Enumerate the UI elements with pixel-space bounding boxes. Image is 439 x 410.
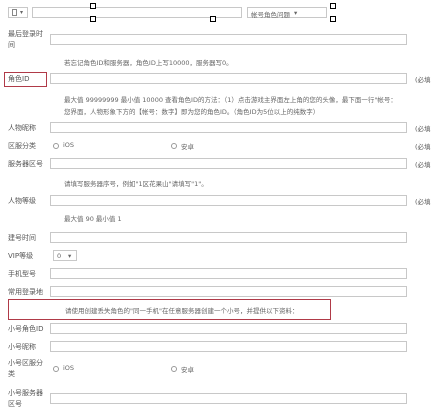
resize-handle-mid-right[interactable] [330, 16, 336, 22]
doc-icon-dropdown[interactable]: ▾ [8, 7, 28, 18]
resize-handle-mid-center[interactable] [210, 16, 216, 22]
alt-nickname-label: 小号昵称 [8, 343, 36, 351]
resize-handle-mid-left[interactable] [90, 16, 96, 22]
alt-zone-option-ios-label: iOS [63, 364, 75, 372]
alt-zone-radio-ios[interactable] [53, 366, 59, 372]
role-id-hint-line2: 您界面，人物形象下方的【帐号：数字】即为您的角色ID。（角色ID为5位以上的纯数… [64, 108, 320, 116]
vip-select-value: 0 [57, 252, 62, 260]
server-label: 服务器区号 [8, 160, 43, 168]
resize-handle-top-right[interactable] [330, 3, 336, 9]
role-id-input[interactable] [50, 73, 407, 84]
level-label: 人物等级 [8, 197, 36, 205]
alt-role-id-label: 小号角色ID [8, 325, 44, 333]
alt-zone-label-line2: 类 [8, 370, 15, 378]
vip-label: VIP等级 [8, 252, 34, 260]
nickname-input[interactable] [50, 122, 407, 133]
notice-box: 请使用创建丢失角色的"同一手机"在任意服务器创建一个小号，并提供以下资料： [8, 299, 331, 320]
alt-zone-option-android-label: 安卓 [181, 366, 194, 374]
zone-required: (必填 [415, 143, 431, 151]
notice-text: 请使用创建丢失角色的"同一手机"在任意服务器创建一个小号，并提供以下资料： [65, 307, 299, 315]
level-hint: 最大值 90 最小值 1 [64, 215, 122, 223]
nickname-label: 人物昵称 [8, 124, 36, 132]
phone-input[interactable] [50, 268, 407, 279]
phone-label: 手机型号 [8, 270, 36, 278]
server-required: (必填 [415, 161, 431, 169]
chevron-down-icon: ▾ [20, 9, 24, 16]
role-id-required: (必填 [415, 76, 431, 84]
server-hint: 请填写服务器序号，例如"1区花果山"请填写"1"。 [64, 180, 208, 188]
level-input[interactable] [50, 195, 407, 206]
server-input[interactable] [50, 158, 407, 169]
alt-zone-label-line1: 小号区服分 [8, 359, 43, 367]
alt-server-label-line2: 区号 [8, 400, 22, 408]
create-time-label: 建号时间 [8, 234, 36, 242]
common-login-label: 常用登录地 [8, 288, 43, 296]
zone-radio-android[interactable] [171, 143, 177, 149]
create-time-input[interactable] [50, 232, 407, 243]
chevron-down-icon: ▾ [294, 9, 298, 17]
role-problem-dropdown-label: 帐号角色问题 [251, 11, 290, 19]
alt-server-label-line1: 小号服务器 [8, 389, 43, 397]
vip-select[interactable]: 0 ▾ [53, 250, 77, 261]
role-problem-dropdown[interactable]: 帐号角色问题 ▾ [247, 7, 327, 19]
last-login-input[interactable] [50, 34, 407, 45]
role-id-label: 角色ID [8, 75, 30, 83]
forgot-hint: 若忘记角色ID和服务器，角色ID上写10000，服务器写0。 [64, 59, 233, 67]
alt-role-id-input[interactable] [50, 323, 407, 334]
resize-handle-top-left[interactable] [90, 3, 96, 9]
alt-zone-radio-android[interactable] [171, 366, 177, 372]
last-login-label: 最后登录时间 [8, 30, 43, 49]
chevron-down-icon: ▾ [68, 252, 72, 260]
zone-radio-ios[interactable] [53, 143, 59, 149]
role-id-hint-line1: 最大值 99999999 最小值 10000 查看角色ID的方法：（1）点击游戏… [64, 96, 397, 104]
alt-nickname-input[interactable] [50, 341, 407, 352]
alt-zone-label: 小号区服分 类 [8, 358, 48, 380]
level-required: (必填 [415, 198, 431, 206]
alt-server-input[interactable] [50, 393, 407, 404]
common-login-input[interactable] [50, 286, 407, 297]
document-icon [12, 9, 17, 16]
zone-label: 区服分类 [8, 142, 36, 150]
zone-option-ios-label: iOS [63, 141, 75, 149]
nickname-required: (必填 [415, 125, 431, 133]
zone-option-android-label: 安卓 [181, 143, 194, 151]
